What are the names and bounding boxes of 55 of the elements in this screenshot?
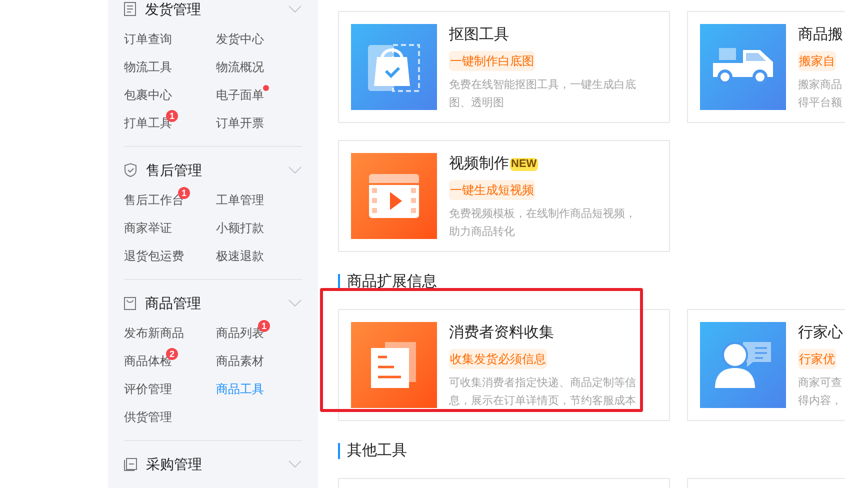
sidebar-item[interactable]: 供货管理: [124, 408, 172, 426]
card-title: 视频制作: [449, 154, 509, 174]
sidebar-item[interactable]: 发货中心: [216, 30, 264, 48]
card-title: 行家心: [798, 322, 843, 343]
feature-tag: 收集发货必须信息: [449, 349, 547, 369]
sidebar-item[interactable]: 订单开票: [216, 114, 264, 132]
section-heading: 商品扩展信息: [347, 272, 437, 292]
sidebar-item[interactable]: 退货包运费: [124, 247, 184, 265]
section-heading: 其他工具: [347, 440, 407, 461]
chevron-down-icon[interactable]: [288, 460, 302, 468]
group-title[interactable]: 售后管理: [146, 160, 202, 180]
card-title: 消费者资料收集: [449, 322, 554, 343]
sidebar-item[interactable]: 包裹中心: [124, 86, 172, 104]
shield-check-icon: [124, 163, 137, 177]
card-title: 商品搬: [798, 24, 843, 45]
tool-card[interactable]: 消费者资料收集 收集发货必须信息 可收集消费者指定快递、商品定制等信 息，展示在订单详情页，节约客服成本: [338, 309, 670, 421]
sidebar-item[interactable]: 商家举证: [124, 219, 172, 237]
count-badge: 1: [178, 187, 190, 199]
tool-card[interactable]: 抠图工具 一键制作白底图 免费在线智能抠图工具，一键生成白底 图、透明图: [338, 11, 670, 123]
bag-icon: [124, 296, 136, 310]
sidebar-item[interactable]: 极速退款: [216, 247, 264, 265]
card-title: 抠图工具: [449, 24, 509, 45]
sidebar-item[interactable]: 电子面单: [216, 86, 264, 104]
new-badge: NEW: [510, 158, 538, 170]
card-description: 免费在线智能抠图工具，一键生成白底 图、透明图: [449, 78, 636, 111]
tool-card[interactable]: 视频制作 NEW 一键生成短视频 免费视频模板，在线制作商品短视频， 助力商品转化: [338, 140, 670, 252]
feature-tag: 一键制作白底图: [449, 51, 535, 71]
chevron-down-icon[interactable]: [288, 166, 302, 174]
documents-icon: [371, 342, 417, 388]
group-title[interactable]: 发货管理: [145, 0, 201, 20]
sidebar-item[interactable]: 物流工具: [124, 58, 172, 76]
sidebar-item[interactable]: 小额打款: [216, 219, 264, 237]
group-title[interactable]: 商品管理: [145, 292, 201, 314]
person-chat-icon: [713, 340, 773, 390]
card-description: 商家可查 得内容，: [798, 376, 842, 409]
chevron-down-icon[interactable]: [288, 299, 302, 307]
document-icon: [124, 2, 136, 16]
card-description: 免费视频模板，在线制作商品短视频， 助力商品转化: [449, 206, 636, 240]
video-icon: [369, 174, 419, 218]
tool-card[interactable]: 行家心 行家优 商家可查 得内容，: [687, 309, 845, 421]
shopping-bag-icon: [368, 41, 420, 93]
card-description: 搬家商品 得平台额: [798, 78, 842, 111]
chevron-down-icon[interactable]: [288, 5, 302, 13]
sidebar-item[interactable]: 工单管理: [216, 191, 264, 209]
sidebar-item[interactable]: 物流概况: [216, 58, 264, 76]
feature-tag: 行家优: [798, 349, 836, 369]
tool-card[interactable]: 商品搬 搬家自 搬家商品 得平台额: [687, 11, 845, 123]
sidebar-item[interactable]: 发布新商品: [124, 324, 184, 342]
group-title[interactable]: 采购管理: [146, 454, 202, 474]
card-description: 可收集消费者指定快递、商品定制等信 息，展示在订单详情页，节约客服成本: [449, 376, 636, 409]
sidebar-item[interactable]: 评价管理: [124, 380, 172, 398]
sidebar-item[interactable]: 商品素材: [216, 352, 264, 370]
sidebar-item[interactable]: 订单查询: [124, 30, 172, 48]
feature-tag: 搬家自: [798, 51, 836, 71]
feature-tag: 一键生成短视频: [449, 180, 535, 200]
